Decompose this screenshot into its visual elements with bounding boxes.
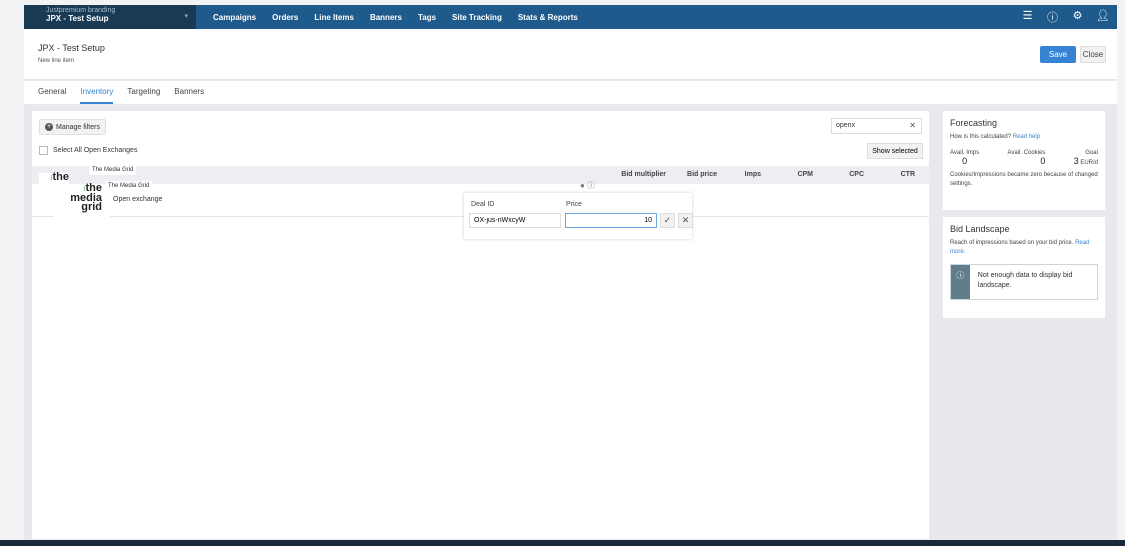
bid-landscape-desc: Reach of impressions based on your bid p… [950,240,1074,246]
top-nav: Justpremium branding JPX - Test Setup ▾ … [24,5,1117,29]
nav-site-tracking[interactable]: Site Tracking [452,13,502,22]
bottom-bar [0,540,1125,546]
price-field[interactable] [565,213,657,228]
forecast-note: Cookies/Impressions became zero because … [950,172,1098,187]
search-value: openx [836,122,856,129]
info-outline-icon[interactable]: ⓘ [587,181,595,190]
brand-title: JPX - Test Setup [46,14,109,23]
page-subtitle: New line item [38,58,75,64]
deal-id-field[interactable] [469,213,561,228]
show-selected-button[interactable]: Show selected [867,143,923,159]
col-ctr[interactable]: CTR [872,171,915,178]
no-data-alert: ⓘ Not enough data to display bid landsca… [950,264,1098,300]
partner-name: The Media Grid [89,165,137,175]
settings-icon[interactable]: ⚙ [1071,9,1084,25]
tab-targeting[interactable]: Targeting [127,81,160,104]
confirm-check-icon[interactable]: ✓ [660,213,675,228]
col-bid-multiplier[interactable]: Bid multiplier [612,171,666,178]
nav-tags[interactable]: Tags [418,13,436,22]
chevron-down-icon: ▾ [184,13,188,20]
goal-unit: EUR/d [1080,160,1098,166]
info-icon[interactable]: ● [580,181,585,190]
search-input[interactable]: openx ✕ [831,118,922,134]
clear-icon[interactable]: ✕ [909,121,916,130]
media-grid-logo: ⁝the media grid [54,183,110,220]
page-title: JPX - Test Setup [38,43,105,53]
plus-circle-icon: + [45,123,53,131]
info-icon: ⓘ [951,265,970,299]
nav-campaigns[interactable]: Campaigns [213,13,256,22]
select-all-checkbox[interactable]: Select All Open Exchanges [39,146,137,155]
nav-orders[interactable]: Orders [272,13,298,22]
tab-inventory[interactable]: Inventory [80,81,114,104]
manage-filters-button[interactable]: + Manage filters [39,119,106,135]
tabs: General Inventory Targeting Banners [24,81,1117,104]
nav-line-items[interactable]: Line Items [314,13,354,22]
brand-subtitle: Justpremium branding [46,7,116,14]
imps-value: 0 [962,156,968,166]
goal-value: 3 [1073,156,1079,166]
app: Justpremium branding JPX - Test Setup ▾ … [24,5,1117,540]
col-cpm[interactable]: CPM [772,171,813,178]
tab-banners[interactable]: Banners [174,81,204,104]
bid-landscape-card: Bid Landscape Reach of impressions based… [943,217,1105,318]
cookies-value: 0 [1040,156,1046,166]
forecasting-card: Forecasting How is this calculated? Read… [943,111,1105,210]
read-help-link[interactable]: Read help [1013,134,1040,140]
forecasting-title: Forecasting [950,118,998,128]
inventory-panel: + Manage filters Select All Open Exchange… [32,111,929,539]
price-label: Price [566,201,582,208]
account-switcher[interactable]: Justpremium branding JPX - Test Setup ▾ [24,5,196,29]
manage-filters-label: Manage filters [56,123,100,131]
checkbox[interactable] [39,146,48,155]
cancel-x-icon[interactable]: ✕ [678,213,693,228]
how-calculated: How is this calculated? [950,134,1012,140]
close-button[interactable]: Close [1080,46,1106,63]
col-imps[interactable]: Imps [722,171,761,178]
col-cpc[interactable]: CPC [822,171,864,178]
select-all-label: Select All Open Exchanges [53,147,138,154]
bid-landscape-title: Bid Landscape [950,224,1010,234]
user-icon[interactable]: 👤︎ [1096,9,1110,25]
page-header: JPX - Test Setup New line item Save Clos… [24,29,1117,80]
save-button[interactable]: Save [1040,46,1076,63]
table-header: Bid multiplier Bid price Imps CPM CPC CT… [32,166,929,184]
col-bid-price[interactable]: Bid price [672,171,717,178]
row-type: Open exchange [113,196,163,203]
partner-name: The Media Grid [105,181,153,191]
deal-id-label: Deal ID [471,201,495,208]
nav-stats-reports[interactable]: Stats & Reports [518,13,578,22]
deal-popup: Deal ID Price ✓ ✕ [464,193,693,239]
nav-banners[interactable]: Banners [370,13,402,22]
alert-text: Not enough data to display bid landscape… [977,272,1073,289]
tab-general[interactable]: General [38,81,66,104]
document-icon[interactable]: ☰ [1021,9,1034,25]
help-icon[interactable]: ⓘ [1046,9,1059,25]
